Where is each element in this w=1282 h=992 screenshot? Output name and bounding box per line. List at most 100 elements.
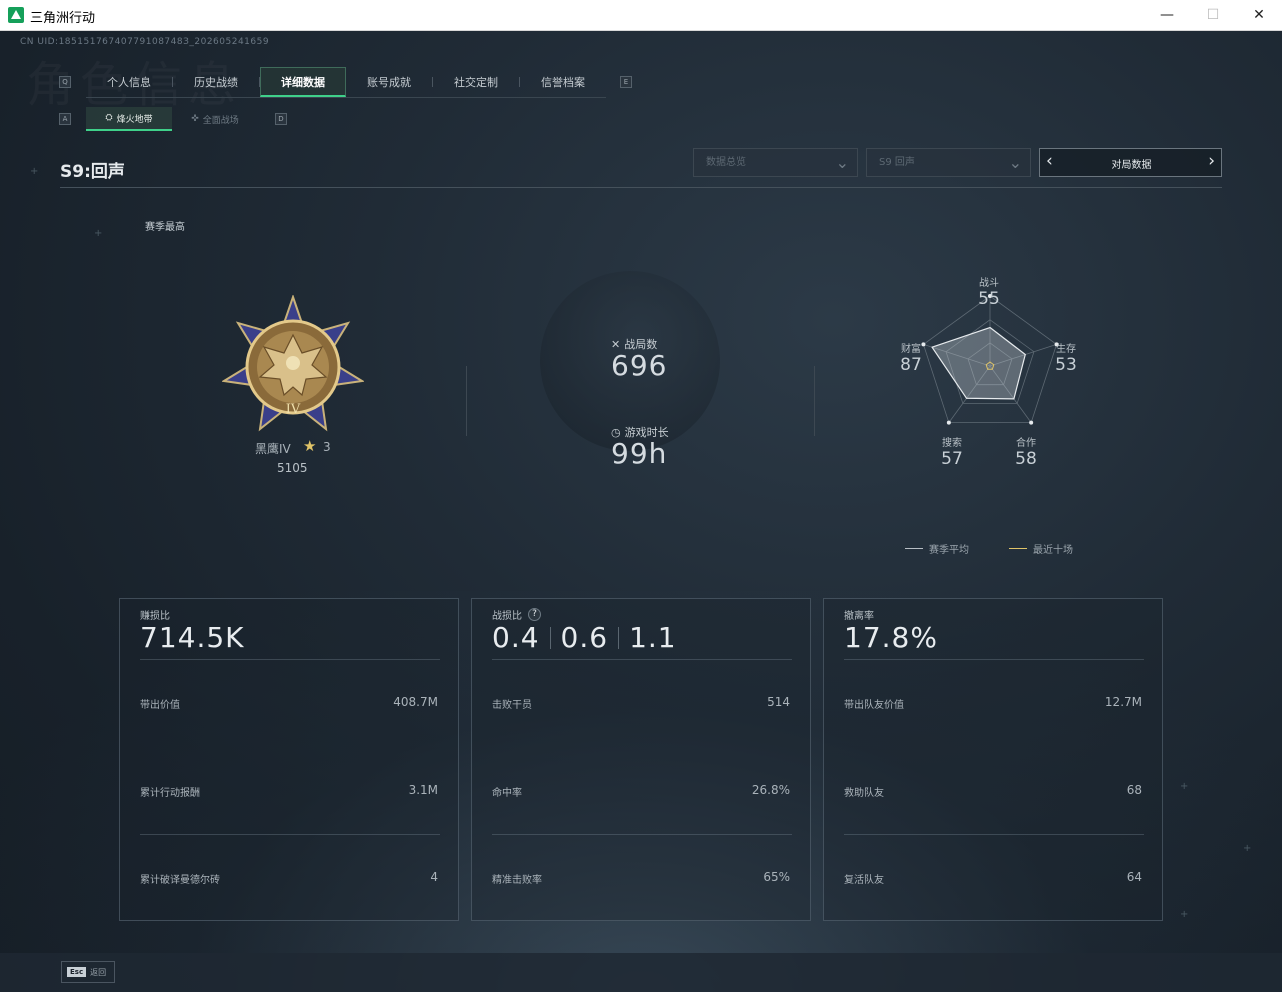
row-label: 复活队友 bbox=[844, 875, 884, 886]
legend-label: 最近十场 bbox=[1033, 545, 1073, 556]
legend-recent-ten: 最近十场 bbox=[1009, 541, 1073, 556]
radar-season-average-shape bbox=[931, 326, 1026, 400]
row-value: 12.7M bbox=[1104, 695, 1142, 709]
tab-social[interactable]: 社交定制 bbox=[433, 67, 519, 97]
season-title: S9:回声 bbox=[60, 162, 125, 182]
subtab-label: 全面战场 bbox=[202, 115, 239, 126]
crosshair-icon: + bbox=[1243, 843, 1252, 854]
card-title: 撤离率 bbox=[844, 607, 874, 622]
minimize-button[interactable]: — bbox=[1144, 0, 1190, 30]
window-title: 三角洲行动 bbox=[30, 11, 96, 26]
section-divider bbox=[814, 366, 815, 436]
subnav-prev-key[interactable]: A bbox=[59, 113, 71, 125]
radar-label-cooperation: 合作 bbox=[1016, 438, 1036, 449]
card-main-value: 0.4 0.6 1.1 bbox=[492, 621, 677, 654]
radar-value-wealth: 87 bbox=[900, 355, 922, 375]
legend-label: 赛季平均 bbox=[929, 545, 969, 556]
crosshair-icon: + bbox=[94, 228, 103, 239]
match-data-pager: ‹ 对局数据 › bbox=[1039, 148, 1222, 177]
legend-line-recent bbox=[1009, 548, 1027, 549]
tab-reputation[interactable]: 信誉档案 bbox=[520, 67, 606, 97]
row-label: 累计破译曼德尔砖 bbox=[140, 875, 220, 886]
row-value: 64 bbox=[1126, 870, 1142, 884]
close-button[interactable]: ✕ bbox=[1236, 0, 1282, 30]
kd-value-1: 0.4 bbox=[492, 621, 540, 654]
row-label: 命中率 bbox=[492, 788, 522, 799]
subnav-next-key[interactable]: D bbox=[275, 113, 287, 125]
crosshair-icon: + bbox=[30, 166, 39, 177]
rank-star-count: 3 bbox=[323, 440, 331, 454]
radar-value-combat: 55 bbox=[978, 289, 1000, 309]
row-label: 累计行动报酬 bbox=[140, 788, 200, 799]
top-nav: 个人信息 历史战绩 详细数据 账号成就 社交定制 信誉档案 bbox=[86, 67, 606, 97]
dropdown-value: S9 回声 bbox=[879, 157, 915, 168]
row-label: 救助队友 bbox=[844, 788, 884, 799]
value-separator bbox=[549, 626, 551, 649]
subtab-hazard-zone[interactable]: ⛭ 烽火地带 bbox=[86, 107, 172, 131]
crosshair-icon: + bbox=[1180, 909, 1189, 920]
emblem-numeral: IV bbox=[286, 402, 301, 417]
back-label: 返回 bbox=[90, 967, 107, 977]
card-divider bbox=[844, 834, 1144, 835]
radar-label-survival: 生存 bbox=[1056, 344, 1076, 355]
card-profit-ratio: 赚损比 714.5K 带出价值 408.7M 累计行动报酬 3.1M 累计破译曼… bbox=[119, 598, 459, 921]
row-value: 26.8% bbox=[751, 783, 790, 797]
radar-value-survival: 53 bbox=[1055, 355, 1077, 375]
star-icon: ★ bbox=[303, 437, 317, 455]
radar-label-search: 搜索 bbox=[942, 438, 962, 449]
card-divider bbox=[844, 659, 1144, 660]
header-divider bbox=[60, 187, 1222, 188]
rank-score: 5105 bbox=[277, 461, 308, 475]
warfare-icon: ✜ bbox=[191, 114, 199, 124]
section-divider bbox=[466, 366, 467, 436]
row-value: 3.1M bbox=[408, 783, 438, 797]
footer-bar: Esc 返回 bbox=[0, 953, 1282, 992]
nav-prev-key[interactable]: Q bbox=[59, 76, 71, 88]
back-button[interactable]: Esc 返回 bbox=[61, 961, 115, 983]
radar-vertex bbox=[946, 420, 951, 425]
subtab-label: 烽火地带 bbox=[116, 114, 153, 125]
season-dropdown[interactable]: S9 回声 ⌄ bbox=[866, 148, 1031, 177]
tab-history[interactable]: 历史战绩 bbox=[173, 67, 259, 97]
kd-value-2: 0.6 bbox=[560, 621, 609, 654]
sub-nav: ⛭ 烽火地带 ✜ 全面战场 bbox=[86, 107, 258, 131]
season-best-label: 赛季最高 bbox=[145, 222, 185, 233]
legend-season-average: 赛季平均 bbox=[905, 541, 969, 556]
subtab-warfare[interactable]: ✜ 全面战场 bbox=[172, 107, 258, 131]
kd-value-3: 1.1 bbox=[629, 621, 677, 654]
rank-name: 黑鹰IV bbox=[255, 442, 291, 456]
main-value: 17.8% bbox=[844, 621, 938, 654]
help-icon[interactable]: ? bbox=[528, 608, 541, 621]
row-value: 514 bbox=[767, 695, 790, 709]
radar-vertex bbox=[1029, 420, 1034, 425]
card-main-value: 714.5K bbox=[140, 621, 245, 654]
value-separator bbox=[618, 626, 620, 649]
row-label: 精准击败率 bbox=[492, 875, 542, 886]
matches-value: 696 bbox=[611, 349, 668, 382]
app-logo-icon bbox=[8, 7, 24, 23]
chevron-down-icon: ⌄ bbox=[1008, 153, 1022, 172]
playtime-value: 99h bbox=[611, 437, 668, 470]
card-main-value: 17.8% bbox=[844, 621, 938, 654]
radar-label-combat: 战斗 bbox=[979, 278, 999, 289]
nav-next-key[interactable]: E bbox=[620, 76, 632, 88]
maximize-button[interactable]: ☐ bbox=[1190, 0, 1236, 30]
hazard-zone-icon: ⛭ bbox=[105, 113, 113, 123]
rank-emblem-icon: IV bbox=[222, 295, 364, 432]
crosshair-icon: + bbox=[1180, 781, 1189, 792]
tab-personal-info[interactable]: 个人信息 bbox=[86, 67, 172, 97]
chevron-right-icon[interactable]: › bbox=[1208, 151, 1215, 171]
row-label: 击败干员 bbox=[492, 700, 532, 711]
card-divider bbox=[492, 659, 792, 660]
data-overview-dropdown[interactable]: 数据总览 ⌄ bbox=[693, 148, 858, 177]
card-kd-ratio: 战损比 ? 0.4 0.6 1.1 击败干员 514 命中率 26.8% 精准击… bbox=[471, 598, 811, 921]
window-titlebar: 三角洲行动 — ☐ ✕ bbox=[0, 0, 1282, 31]
pager-label: 对局数据 bbox=[1111, 160, 1152, 171]
row-value: 4 bbox=[430, 870, 438, 884]
card-title-text: 撤离率 bbox=[844, 611, 874, 622]
card-divider bbox=[492, 834, 792, 835]
tab-achievements[interactable]: 账号成就 bbox=[346, 67, 432, 97]
tab-detailed-data[interactable]: 详细数据 bbox=[260, 67, 346, 97]
ability-radar-chart: 战斗 55 生存 53 合作 58 搜索 57 财富 87 bbox=[880, 271, 1100, 471]
main-value: 714.5K bbox=[140, 621, 245, 654]
